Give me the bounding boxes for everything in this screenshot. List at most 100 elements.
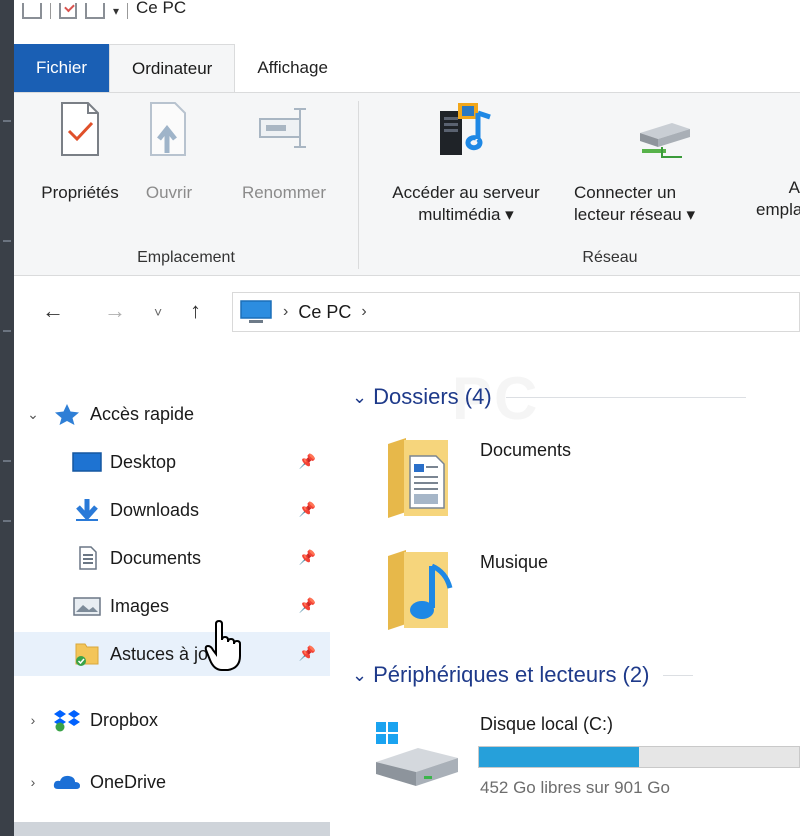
- folder-label: Documents: [480, 440, 572, 460]
- onedrive-cloud-icon: [53, 775, 80, 789]
- folders-section-header[interactable]: ⌄ Dossiers (4): [352, 384, 746, 410]
- content-pane: PC ⌄ Dossiers (4) Documents Musique ⌄ Pé…: [332, 346, 800, 836]
- open-button[interactable]: Ouvrir: [132, 101, 206, 204]
- section-divider: [505, 396, 746, 398]
- folder-label: Musique: [480, 552, 549, 572]
- tree-item-label: Desktop: [110, 451, 177, 472]
- breadcrumb-separator: ›: [283, 303, 289, 320]
- add-location-button[interactable]: A empla: [756, 101, 800, 221]
- section-divider: [663, 674, 694, 676]
- title-bar: ▾ Ce PC: [14, 0, 800, 44]
- ribbon-tabs: Fichier Ordinateur Affichage: [14, 44, 800, 92]
- dropbox-icon: [54, 710, 80, 732]
- tree-item-label: Dropbox: [90, 709, 159, 730]
- tab-ordinateur[interactable]: Ordinateur: [109, 44, 236, 92]
- tree-item-label: Images: [110, 595, 170, 616]
- pin-icon[interactable]: 📌: [299, 597, 316, 614]
- open-label: Ouvrir: [145, 183, 193, 202]
- hand-cursor-icon: [204, 620, 241, 671]
- rename-label: Renommer: [241, 183, 327, 202]
- expanded-chevron-icon: ⌄: [352, 386, 368, 407]
- add-location-icon: [756, 101, 800, 163]
- network-drive-label-line1: Connecter un: [574, 183, 677, 202]
- properties-label: Propriétés: [41, 183, 119, 202]
- address-bar[interactable]: › Ce PC ›: [232, 292, 800, 332]
- music-folder-icon: [388, 550, 453, 630]
- ribbon-group-emplacement: Propriétés Ouvrir Renommer Emplacement: [14, 93, 358, 275]
- local-disk-icon: [376, 722, 458, 786]
- tree-item-quick-access[interactable]: ⌄ Accès rapide: [14, 392, 330, 436]
- tree-item-astuces[interactable]: Astuces à jour 📌: [14, 632, 330, 676]
- ribbon-group-label: Emplacement: [137, 249, 235, 266]
- collapsed-chevron-icon[interactable]: ›: [14, 774, 52, 790]
- window-left-edge: [0, 0, 14, 836]
- folder-item-musique[interactable]: Musique: [384, 542, 784, 642]
- tree-item-this-pc-partial[interactable]: [14, 822, 330, 836]
- tree-item-desktop[interactable]: Desktop 📌: [14, 440, 330, 484]
- quick-access-label: Accès rapide: [90, 403, 195, 424]
- toolbar-separator: [50, 3, 51, 19]
- ribbon-group-label: Réseau: [582, 249, 638, 266]
- add-location-label-line1: A: [788, 178, 800, 197]
- drive-usage-bar: [478, 746, 800, 768]
- back-arrow-icon[interactable]: ←: [42, 298, 64, 324]
- up-arrow-icon[interactable]: ↑: [190, 298, 201, 324]
- network-drive-button[interactable]: Connecter un lecteur réseau ▾: [574, 101, 754, 226]
- properties-button[interactable]: Propriétés: [30, 101, 130, 204]
- navigation-bar: ← → ˅ ↑ › Ce PC ›: [14, 276, 800, 346]
- toolbar-separator: [127, 3, 129, 19]
- rename-button[interactable]: Renommer: [224, 101, 344, 204]
- customize-toolbar-arrow-icon[interactable]: ▾: [113, 4, 119, 18]
- tree-item-label: Downloads: [110, 499, 200, 520]
- folder-item-documents[interactable]: Documents: [384, 430, 784, 530]
- media-server-label-line1: Accéder au serveur: [392, 183, 540, 202]
- rename-icon: [259, 108, 306, 148]
- breadcrumb-ce-pc[interactable]: Ce PC: [298, 302, 351, 323]
- tree-item-label: OneDrive: [90, 771, 167, 792]
- tree-item-downloads[interactable]: Downloads 📌: [14, 488, 330, 532]
- breadcrumb-separator[interactable]: ›: [361, 303, 366, 321]
- tree-item-images[interactable]: Images 📌: [14, 584, 330, 628]
- network-drive-icon: [640, 123, 690, 158]
- drive-free-space: 452 Go libres sur 901 Go: [480, 778, 670, 797]
- quick-access-star-icon: [55, 404, 79, 425]
- pin-icon[interactable]: 📌: [299, 453, 316, 470]
- navigation-pane: ⌄ Accès rapide Desktop 📌 Downloads 📌 Doc…: [14, 346, 332, 836]
- media-server-icon: [440, 103, 491, 155]
- network-drive-label-line2: lecteur réseau ▾: [574, 205, 695, 224]
- downloads-icon: [76, 499, 98, 521]
- this-pc-icon: [240, 300, 272, 323]
- expanded-chevron-icon[interactable]: ⌄: [14, 406, 52, 423]
- pin-icon[interactable]: 📌: [299, 549, 316, 566]
- drive-item-c[interactable]: Disque local (C:) 452 Go libres sur 901 …: [372, 704, 800, 804]
- collapsed-chevron-icon[interactable]: ›: [14, 712, 52, 728]
- properties-quick-icon[interactable]: [59, 3, 77, 19]
- add-location-label-line2: empla: [756, 200, 800, 219]
- recent-locations-chevron-icon[interactable]: ˅: [154, 304, 162, 320]
- tree-item-documents[interactable]: Documents 📌: [14, 536, 330, 580]
- devices-header-label: Périphériques et lecteurs (2): [373, 662, 650, 687]
- tree-item-dropbox[interactable]: › Dropbox: [14, 698, 330, 742]
- media-server-label-line2: multimédia ▾: [418, 205, 514, 224]
- forward-arrow-icon[interactable]: →: [104, 298, 126, 324]
- ribbon-separator: [358, 101, 359, 269]
- tree-item-label: Documents: [110, 547, 202, 568]
- media-server-button[interactable]: Accéder au serveur multimédia ▾: [368, 101, 564, 226]
- drive-label: Disque local (C:): [480, 714, 614, 734]
- devices-section-header[interactable]: ⌄ Périphériques et lecteurs (2): [352, 662, 694, 688]
- desktop-icon: [72, 452, 102, 472]
- tab-affichage[interactable]: Affichage: [235, 44, 350, 92]
- pin-icon[interactable]: 📌: [299, 645, 316, 662]
- ribbon: Propriétés Ouvrir Renommer Emplacement A…: [14, 92, 800, 276]
- pin-icon[interactable]: 📌: [299, 501, 316, 518]
- expanded-chevron-icon: ⌄: [352, 664, 368, 685]
- folders-header-label: Dossiers (4): [373, 384, 492, 409]
- drive-usage-fill: [479, 747, 639, 767]
- system-menu-icon[interactable]: [22, 3, 42, 19]
- tab-fichier[interactable]: Fichier: [14, 44, 110, 92]
- quick-access-toolbar: ▾ Ce PC: [22, 0, 186, 22]
- new-folder-quick-icon[interactable]: [85, 3, 105, 19]
- folder-sync-icon: [75, 643, 99, 666]
- tree-item-onedrive[interactable]: › OneDrive: [14, 760, 330, 804]
- ribbon-group-reseau: Accéder au serveur multimédia ▾ Connecte…: [360, 93, 800, 275]
